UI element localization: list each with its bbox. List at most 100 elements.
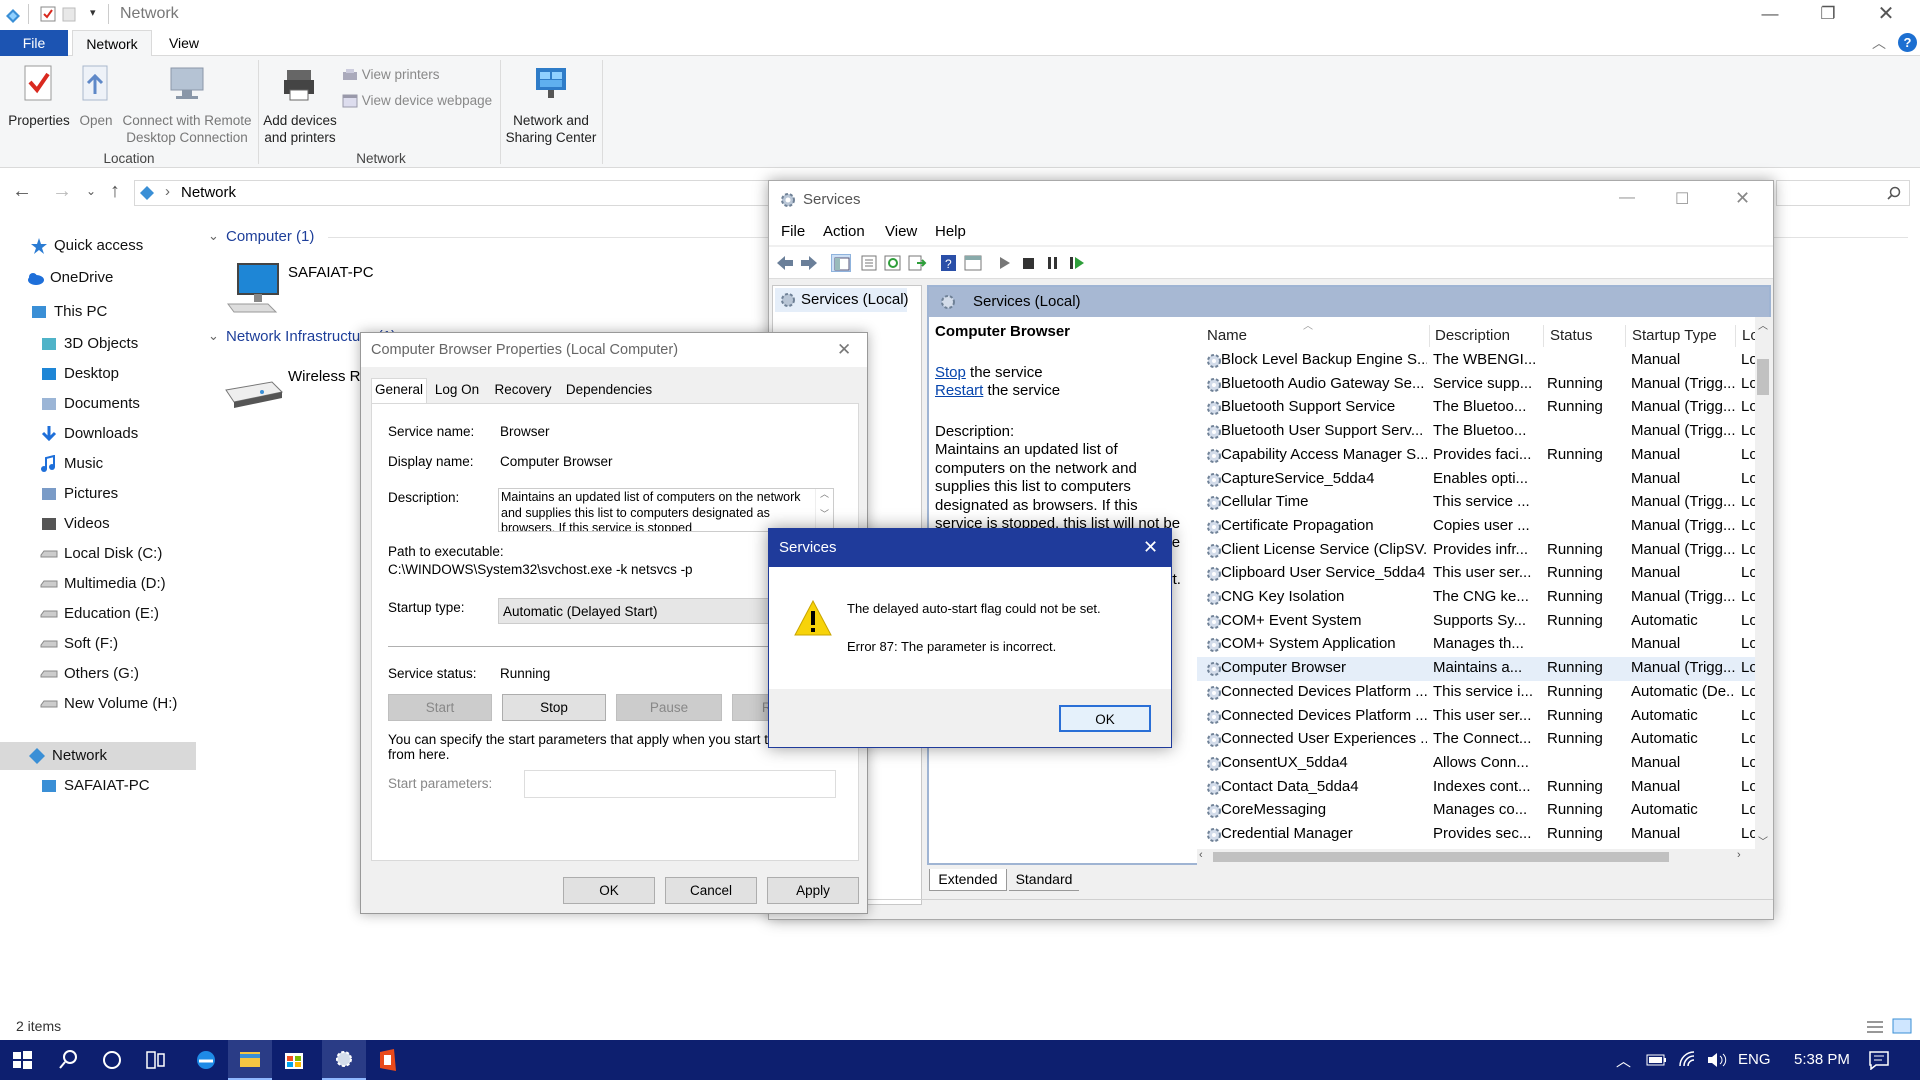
view-printers-button[interactable]: View printers (342, 66, 502, 83)
stop-button[interactable]: Stop (502, 694, 606, 721)
help-icon[interactable]: ? (1898, 33, 1917, 52)
pause-button[interactable]: Pause (616, 694, 722, 721)
services-taskbar-button[interactable] (322, 1040, 366, 1080)
properties-cancel-button[interactable]: Cancel (665, 877, 757, 904)
tab-file[interactable]: File (0, 30, 68, 56)
service-row[interactable]: CNG Key Isolation The CNG ke... Running Man… (1197, 586, 1771, 610)
view-device-webpage-button[interactable]: View device webpage (342, 92, 512, 109)
error-close-button[interactable]: ✕ (1143, 537, 1158, 558)
service-row[interactable]: COM+ Event System Supports Sy... Running Au… (1197, 610, 1771, 634)
service-row[interactable]: Certificate Propagation Copies user ... Ma… (1197, 515, 1771, 539)
start-service-icon[interactable] (995, 254, 1015, 272)
large-icons-view-icon[interactable] (1892, 1018, 1912, 1034)
services-close-button[interactable]: ✕ (1735, 188, 1750, 209)
menu-file[interactable]: File (781, 223, 805, 240)
nav-item-desktop[interactable]: Desktop (0, 360, 196, 388)
office-icon[interactable] (366, 1040, 410, 1080)
stop-service-icon[interactable] (1019, 254, 1039, 272)
description-textbox[interactable]: Maintains an updated list of computers o… (498, 488, 834, 532)
nav-item-new-volume-h[interactable]: New Volume (H:) (0, 690, 196, 718)
menu-help[interactable]: Help (935, 223, 966, 240)
horizontal-scrollbar[interactable]: ‹ › (1197, 849, 1771, 865)
service-row[interactable]: CoreMessaging Manages co... Running Automat… (1197, 799, 1771, 823)
tab-network[interactable]: Network (72, 30, 152, 57)
nav-item-quick-access[interactable]: Quick access (0, 232, 196, 260)
service-row[interactable]: Contact Data_5dda4 Indexes cont... Running… (1197, 776, 1771, 800)
menu-view[interactable]: View (885, 223, 917, 240)
back-button[interactable]: ← (12, 180, 32, 203)
start-parameters-input[interactable] (524, 770, 836, 798)
nav-item-others-g[interactable]: Others (G:) (0, 660, 196, 688)
tab-view[interactable]: View (156, 30, 212, 56)
column-startup-type[interactable]: Startup Type (1625, 325, 1717, 347)
service-row[interactable]: Connected Devices Platform ... This servi… (1197, 681, 1771, 705)
search-input[interactable] (1776, 180, 1910, 206)
forward-button[interactable]: → (52, 180, 72, 203)
service-row[interactable]: Credential Manager Provides sec... Running… (1197, 823, 1771, 847)
service-row[interactable]: Clipboard User Service_5dda4 This user se… (1197, 562, 1771, 586)
service-row[interactable]: Bluetooth User Support Serv... The Blueto… (1197, 420, 1771, 444)
clock[interactable]: 5:38 PM (1794, 1051, 1850, 1068)
task-view-icon[interactable] (134, 1040, 178, 1080)
nav-item-safaiat-pc[interactable]: SAFAIAT-PC (0, 772, 196, 800)
customize-toolbar-icon[interactable]: ▾ (90, 6, 96, 19)
forward-arrow-icon[interactable] (799, 254, 819, 272)
description-scrollbar[interactable]: ︿ ﹀ (815, 489, 833, 531)
search-icon[interactable] (46, 1040, 90, 1080)
service-row[interactable]: Block Level Backup Engine S... The WBENGI… (1197, 349, 1771, 373)
services-maximize-button[interactable]: ☐ (1675, 189, 1689, 209)
column-description[interactable]: Description (1429, 325, 1510, 347)
properties-quick-icon[interactable] (40, 6, 56, 22)
properties-button[interactable]: Properties (6, 64, 72, 129)
restart-service-link[interactable]: Restart (935, 382, 983, 399)
edge-icon[interactable] (184, 1040, 228, 1080)
service-row[interactable]: COM+ System Application Manages th... Manu… (1197, 633, 1771, 657)
battery-icon[interactable] (1646, 1052, 1668, 1068)
error-ok-button[interactable]: OK (1059, 705, 1151, 732)
start-icon[interactable] (0, 1040, 44, 1080)
services-minimize-button[interactable]: — (1619, 189, 1635, 207)
column-name[interactable]: Name (1207, 327, 1247, 344)
add-devices-button[interactable]: Add devices and printers (262, 64, 338, 146)
collapse-ribbon-icon[interactable]: ︿ (1872, 33, 1886, 53)
vertical-scrollbar[interactable]: ︿ ﹀ (1755, 317, 1771, 849)
column-status[interactable]: Status (1543, 325, 1593, 347)
show-hidden-icons-button[interactable]: ︿ (1616, 1050, 1631, 1071)
nav-item-3d-objects[interactable]: 3D Objects (0, 330, 196, 358)
details-view-icon[interactable] (1866, 1020, 1884, 1034)
properties-toolbar-icon[interactable] (859, 254, 879, 272)
language-indicator[interactable]: ENG (1738, 1051, 1771, 1068)
close-button[interactable]: ✕ (1857, 0, 1915, 30)
service-row[interactable]: Connected Devices Platform ... This user … (1197, 705, 1771, 729)
group-header-computer[interactable]: Computer (1) (226, 228, 314, 245)
tab-log-on[interactable]: Log On (429, 379, 485, 403)
tree-item-services-local[interactable]: Services (Local) (775, 288, 909, 312)
console-tree-icon[interactable] (831, 254, 851, 272)
tab-general[interactable]: General (371, 378, 427, 403)
up-button[interactable]: ↑ (110, 180, 120, 203)
pause-service-icon[interactable] (1043, 254, 1063, 272)
nav-item-network[interactable]: Network (0, 742, 196, 770)
show-hide-pane-icon[interactable] (963, 254, 983, 272)
properties-apply-button[interactable]: Apply (767, 877, 859, 904)
connect-remote-desktop-button[interactable]: Connect with Remote Desktop Connection (122, 64, 252, 146)
nav-item-onedrive[interactable]: OneDrive (0, 264, 196, 292)
maximize-button[interactable]: ❐ (1799, 0, 1857, 30)
nav-item-this-pc[interactable]: This PC (0, 298, 196, 326)
tab-standard[interactable]: Standard (1009, 869, 1079, 891)
tab-dependencies[interactable]: Dependencies (561, 379, 657, 403)
tab-extended[interactable]: Extended (929, 869, 1007, 891)
service-row[interactable]: Bluetooth Audio Gateway Se... Service sup… (1197, 373, 1771, 397)
file-explorer-taskbar-button[interactable] (228, 1040, 272, 1080)
nav-item-local-disk-c[interactable]: Local Disk (C:) (0, 540, 196, 568)
nav-item-videos[interactable]: Videos (0, 510, 196, 538)
tab-recovery[interactable]: Recovery (487, 379, 559, 403)
start-button[interactable]: Start (388, 694, 492, 721)
service-row[interactable]: Bluetooth Support Service The Bluetoo... R… (1197, 396, 1771, 420)
nav-item-multimedia-d[interactable]: Multimedia (D:) (0, 570, 196, 598)
minimize-button[interactable]: — (1741, 0, 1799, 30)
nav-item-documents[interactable]: Documents (0, 390, 196, 418)
cortana-icon[interactable] (90, 1040, 134, 1080)
service-row[interactable]: Computer Browser Maintains a... Running Man… (1197, 657, 1771, 681)
stop-service-link[interactable]: Stop (935, 364, 966, 381)
